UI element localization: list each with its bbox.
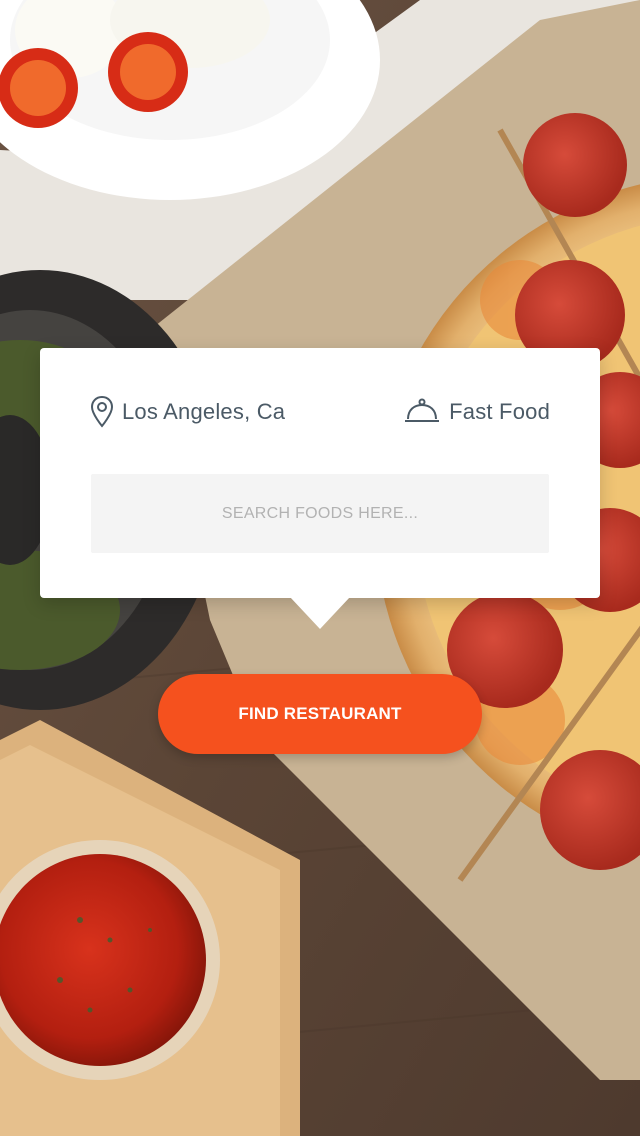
map-pin-icon bbox=[90, 395, 114, 429]
category-label: Fast Food bbox=[449, 399, 550, 424]
location-label: Los Angeles, Ca bbox=[122, 399, 286, 424]
search-input[interactable] bbox=[91, 474, 549, 553]
card-pointer bbox=[290, 597, 350, 629]
search-card: Los Angeles, Ca Fast Food bbox=[40, 348, 600, 598]
location-selector[interactable]: Los Angeles, Ca bbox=[90, 395, 285, 429]
category-selector[interactable]: Fast Food bbox=[403, 397, 550, 427]
filter-row: Los Angeles, Ca Fast Food bbox=[90, 392, 550, 432]
food-cloche-icon bbox=[403, 397, 441, 427]
find-restaurant-button[interactable]: FIND RESTAURANT bbox=[158, 674, 482, 754]
